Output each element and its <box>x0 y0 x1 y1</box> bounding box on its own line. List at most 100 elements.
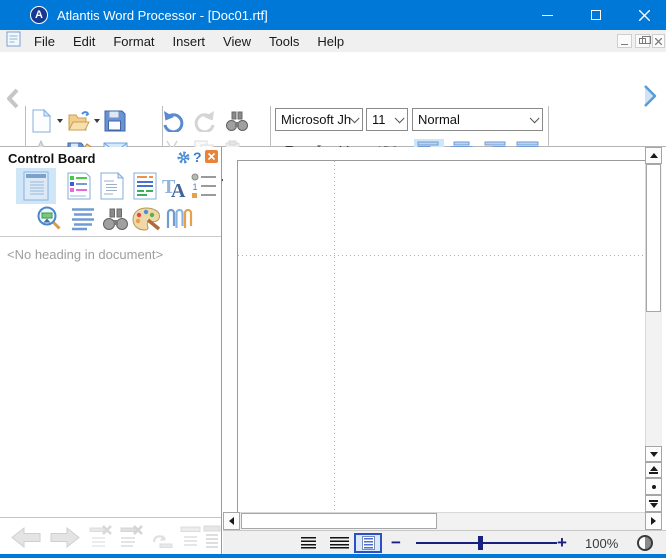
move-heading-button[interactable] <box>150 526 174 555</box>
save-button[interactable] <box>102 108 128 134</box>
no-heading-message: <No heading in document> <box>7 247 163 262</box>
horizontal-scrollbar-thumb[interactable] <box>241 513 437 529</box>
palette-icon <box>132 206 161 233</box>
mdi-minimize-button[interactable] <box>617 34 632 48</box>
select-browse-object-button[interactable] <box>645 478 662 495</box>
page-border-top <box>237 160 645 161</box>
list-delete-icon <box>88 524 114 551</box>
cb-tab-styles[interactable] <box>130 171 160 201</box>
page-view-button[interactable] <box>354 533 382 553</box>
arrow-left-icon <box>10 525 43 550</box>
control-board-close-button[interactable] <box>205 150 218 168</box>
menu-file[interactable]: File <box>25 31 64 52</box>
chevron-down-icon <box>395 113 405 123</box>
chevron-left-icon <box>5 88 20 109</box>
menu-insert[interactable]: Insert <box>164 31 215 52</box>
new-document-button[interactable] <box>28 108 54 134</box>
menu-format[interactable]: Format <box>104 31 163 52</box>
cb-tab-images[interactable] <box>33 204 65 234</box>
margin-guide-horizontal <box>238 255 645 256</box>
show-all-levels-button[interactable] <box>203 524 221 557</box>
zoom-slider-thumb[interactable] <box>478 536 483 550</box>
promote-remove-button[interactable] <box>119 524 145 556</box>
scroll-down-button[interactable] <box>645 446 662 462</box>
control-board-settings-button[interactable] <box>177 151 190 169</box>
bar-icon <box>649 472 658 474</box>
save-icon <box>104 110 126 132</box>
maximize-button[interactable] <box>574 0 618 30</box>
chevron-down-icon <box>350 113 360 123</box>
svg-text:A: A <box>171 180 186 200</box>
menu-tools[interactable]: Tools <box>260 31 308 52</box>
font-name-combo[interactable]: Microsoft Jh <box>275 108 363 131</box>
vertical-scrollbar-thumb[interactable] <box>646 164 661 312</box>
contrast-icon[interactable] <box>637 535 653 551</box>
cb-tab-fields[interactable] <box>97 171 127 201</box>
new-document-dropdown[interactable] <box>55 108 65 134</box>
cb-tab-bookmarks[interactable] <box>64 171 94 201</box>
cb-tab-clips[interactable] <box>162 204 195 234</box>
control-board-panel: Control Board ? TA 1 <No heading in docu… <box>0 147 222 554</box>
web-view-button[interactable] <box>327 535 351 551</box>
arrow-right-icon <box>48 525 81 550</box>
show-level-button[interactable] <box>178 524 203 556</box>
demote-remove-button[interactable] <box>88 524 114 556</box>
gear-icon <box>177 151 190 164</box>
triangle-down-icon <box>650 452 658 457</box>
menu-view[interactable]: View <box>214 31 260 52</box>
triangle-down-icon <box>650 503 658 508</box>
document-area[interactable]: − + 100% <box>223 147 666 554</box>
open-button[interactable] <box>66 108 92 134</box>
draft-view-icon <box>301 537 316 550</box>
cb-tab-lists[interactable]: 1 <box>190 171 218 201</box>
toolbar-scroll-left-button[interactable] <box>5 88 20 114</box>
undo-icon <box>161 110 185 132</box>
cb-tab-headings[interactable] <box>16 168 56 204</box>
scroll-right-button[interactable] <box>645 512 662 530</box>
heading-nav-toolbar <box>0 521 221 553</box>
font-size-combo[interactable]: 11 <box>366 108 408 131</box>
menu-edit[interactable]: Edit <box>64 31 104 52</box>
control-board-help-button[interactable]: ? <box>193 149 202 165</box>
mdi-restore-button[interactable] <box>635 34 650 48</box>
mdi-close-button[interactable] <box>652 34 665 48</box>
headings-pane-icon <box>23 171 49 201</box>
find-button[interactable] <box>224 108 250 134</box>
toolbar-scroll-right-button[interactable] <box>642 84 659 113</box>
colored-list-document-icon <box>67 172 91 200</box>
next-page-button[interactable] <box>645 495 662 512</box>
page-border-left <box>237 160 238 512</box>
cb-tab-paragraphs[interactable] <box>68 204 98 234</box>
minimize-button[interactable] <box>525 0 569 30</box>
style-combo[interactable]: Normal <box>412 108 543 131</box>
redo-button[interactable] <box>192 108 218 134</box>
menu-help[interactable]: Help <box>308 31 353 52</box>
cb-tab-colors[interactable] <box>130 204 163 234</box>
close-button[interactable] <box>622 0 666 30</box>
colored-lines-document-icon <box>133 172 157 200</box>
nav-back-button[interactable] <box>10 525 43 555</box>
paragraph-lines-icon <box>70 207 96 231</box>
image-zoom-icon <box>35 205 63 233</box>
open-dropdown[interactable] <box>92 108 102 134</box>
zoom-in-button[interactable]: + <box>557 533 567 553</box>
mdi-minimize-icon <box>621 44 628 45</box>
title-bar: A Atlantis Word Processor - [Doc01.rtf] <box>0 0 666 30</box>
previous-page-button[interactable] <box>645 462 662 478</box>
cb-tab-search[interactable] <box>99 204 131 234</box>
triangle-right-icon <box>651 517 656 525</box>
zoom-slider-track[interactable] <box>416 542 557 544</box>
list-level-icon <box>178 524 203 551</box>
scroll-left-button[interactable] <box>223 512 240 530</box>
page-view-icon <box>362 536 375 550</box>
cb-tab-fonts[interactable]: TA <box>161 171 189 201</box>
binoculars-icon <box>102 207 129 231</box>
control-board-title: Control Board <box>8 151 95 166</box>
mdi-restore-icon <box>639 38 646 44</box>
undo-button[interactable] <box>160 108 186 134</box>
triangle-left-icon <box>229 517 234 525</box>
zoom-out-button[interactable]: − <box>391 533 401 553</box>
nav-forward-button[interactable] <box>48 525 81 555</box>
scroll-up-button[interactable] <box>645 147 662 164</box>
draft-view-button[interactable] <box>297 535 319 551</box>
